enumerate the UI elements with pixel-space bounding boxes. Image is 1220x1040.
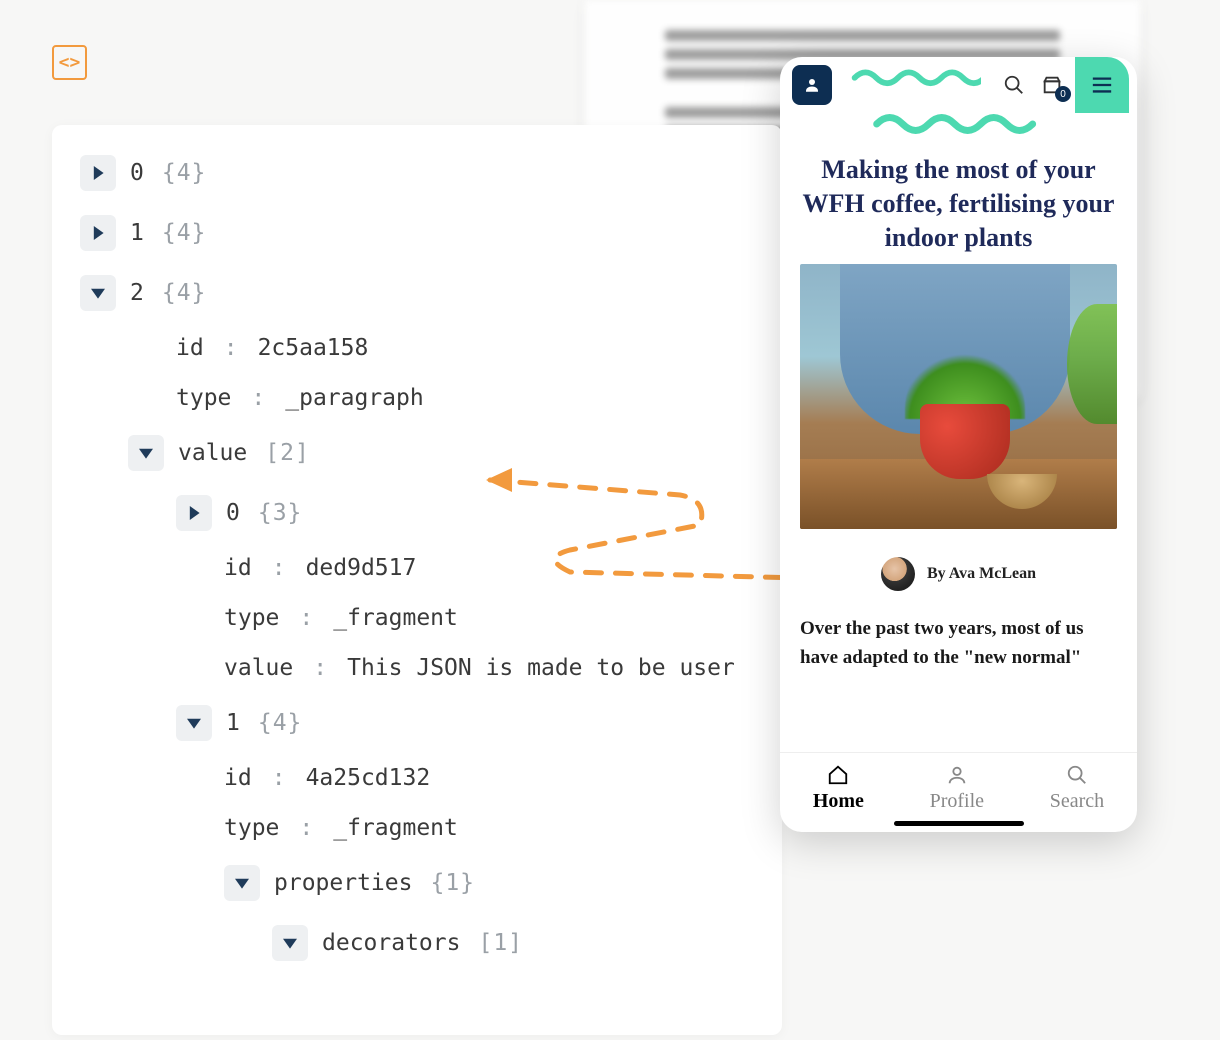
brand-logo-glyph: <> — [59, 52, 81, 73]
caret-down-icon[interactable] — [128, 435, 164, 471]
mobile-preview: 0 Making the most of your WFH coffee, fe… — [780, 57, 1137, 832]
hamburger-icon — [1091, 76, 1113, 94]
tree-key: properties — [274, 870, 412, 896]
tree-row-v0-id[interactable]: id: ded9d517 — [80, 555, 754, 581]
tree-value: 2c5aa158 — [258, 335, 369, 361]
tree-key: 0 — [226, 500, 240, 526]
caret-down-icon[interactable] — [80, 275, 116, 311]
tree-key: id — [224, 765, 252, 791]
tree-key: id — [176, 335, 204, 361]
home-icon — [827, 764, 849, 786]
caret-down-icon[interactable] — [224, 865, 260, 901]
tree-row-v1-decorators[interactable]: decorators [1] — [80, 925, 754, 961]
article-hero-image — [800, 264, 1117, 529]
tree-row-v1-properties[interactable]: properties {1} — [80, 865, 754, 901]
tree-key: 1 — [226, 710, 240, 736]
user-icon — [803, 76, 821, 94]
cart-button[interactable]: 0 — [1037, 70, 1067, 100]
search-button[interactable] — [999, 70, 1029, 100]
tree-brace: {3} — [258, 500, 303, 526]
search-icon — [1066, 764, 1088, 786]
tree-key: id — [224, 555, 252, 581]
tab-label: Home — [813, 790, 864, 813]
tree-key: type — [224, 815, 279, 841]
tree-value: ded9d517 — [306, 555, 417, 581]
tree-row-2-type[interactable]: type: _paragraph — [80, 385, 754, 411]
article-body-intro: Over the past two years, most of us have… — [780, 615, 1137, 672]
tree-key: 2 — [130, 280, 144, 306]
tree-brace: {4} — [162, 160, 207, 186]
tree-key: type — [224, 605, 279, 631]
tree-row-v1-id[interactable]: id: 4a25cd132 — [80, 765, 754, 791]
brand-wave-logo — [840, 61, 991, 109]
tree-row-v1-type[interactable]: type: _fragment — [80, 815, 754, 841]
tree-brace: {4} — [162, 280, 207, 306]
tree-row-value-1[interactable]: 1 {4} — [80, 705, 754, 741]
article-byline: By Ava McLean — [780, 529, 1137, 615]
tree-key: type — [176, 385, 231, 411]
search-icon — [1003, 74, 1025, 96]
tab-label: Profile — [930, 790, 984, 813]
caret-right-icon[interactable] — [80, 215, 116, 251]
author-avatar — [881, 557, 915, 591]
article-title: Making the most of your WFH coffee, fert… — [780, 139, 1137, 264]
tree-key: value — [178, 440, 247, 466]
wave-decoration — [780, 109, 1137, 139]
tab-profile[interactable]: Profile — [930, 764, 984, 813]
tree-key: 1 — [130, 220, 144, 246]
tree-value: _fragment — [333, 815, 458, 841]
caret-down-icon[interactable] — [272, 925, 308, 961]
tree-key: 0 — [130, 160, 144, 186]
tree-value: _fragment — [333, 605, 458, 631]
tree-row-2-value[interactable]: value [2] — [80, 435, 754, 471]
tree-row-v0-value[interactable]: value: This JSON is made to be user — [80, 655, 754, 681]
account-button[interactable] — [792, 65, 832, 105]
profile-icon — [946, 764, 968, 786]
tree-row-value-0[interactable]: 0 {3} — [80, 495, 754, 531]
tree-row-2[interactable]: 2 {4} — [80, 275, 754, 311]
caret-right-icon[interactable] — [80, 155, 116, 191]
tree-brace: {1} — [430, 870, 475, 896]
tree-row-0[interactable]: 0 {4} — [80, 155, 754, 191]
cart-badge: 0 — [1055, 86, 1071, 102]
tree-brace: [1] — [478, 930, 523, 956]
mobile-header: 0 — [780, 57, 1137, 113]
tree-value: 4a25cd132 — [306, 765, 431, 791]
menu-button[interactable] — [1075, 57, 1129, 113]
home-indicator — [894, 821, 1024, 826]
tree-key: decorators — [322, 930, 460, 956]
tree-row-2-id[interactable]: id: 2c5aa158 — [80, 335, 754, 361]
tree-brace: [2] — [265, 440, 310, 466]
caret-right-icon[interactable] — [176, 495, 212, 531]
tree-row-1[interactable]: 1 {4} — [80, 215, 754, 251]
caret-down-icon[interactable] — [176, 705, 212, 741]
author-name: By Ava McLean — [927, 565, 1036, 583]
mobile-tab-bar: Home Profile Search — [780, 752, 1137, 832]
tree-brace: {4} — [258, 710, 303, 736]
tree-key: value — [224, 655, 293, 681]
tree-brace: {4} — [162, 220, 207, 246]
brand-logo: <> — [52, 45, 87, 80]
json-tree-panel: 0 {4} 1 {4} 2 {4} id: 2c5aa158 type: _pa… — [52, 125, 782, 1035]
tab-search[interactable]: Search — [1050, 764, 1104, 813]
tree-value: _paragraph — [285, 385, 423, 411]
tree-row-v0-type[interactable]: type: _fragment — [80, 605, 754, 631]
tab-home[interactable]: Home — [813, 764, 864, 813]
tree-value: This JSON is made to be user — [347, 655, 735, 681]
tab-label: Search — [1050, 790, 1104, 813]
